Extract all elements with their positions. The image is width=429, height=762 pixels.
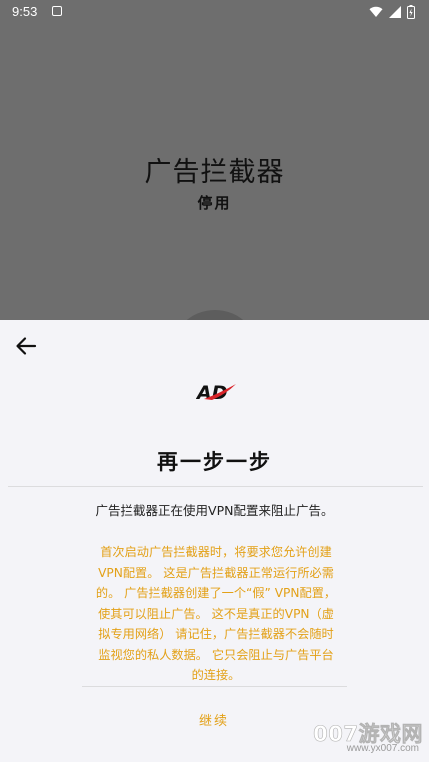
notification-icon bbox=[52, 6, 62, 16]
warning-line: VPN配置。 这是广告拦截器正常运行所必需 bbox=[98, 565, 334, 580]
warning-line: 的。 广告拦截器创建了一个“假” VPN配置， bbox=[95, 586, 337, 600]
continue-button[interactable]: 继续 bbox=[164, 710, 264, 732]
wifi-icon bbox=[369, 6, 383, 18]
divider bbox=[82, 686, 347, 687]
screen: 9:53 广告拦截器 停用 AD 再一步一步 广告拦截器正在使用VPN配置来阻止… bbox=[0, 0, 429, 762]
arrow-left-icon bbox=[16, 337, 37, 355]
app-title: 广告拦截器 bbox=[144, 157, 285, 188]
app-status-label: 停用 bbox=[197, 194, 232, 212]
signal-icon bbox=[389, 6, 401, 18]
vpn-warning-text: 首次启动广告拦截器时，将要求您允许创建 VPN配置。 这是广告拦截器正常运行所必… bbox=[84, 542, 348, 686]
main-description: 广告拦截器正在使用VPN配置来阻止广告。 bbox=[95, 503, 334, 518]
warning-line: 使其可以阻止广告。 这不是真正的VPN（虚 bbox=[98, 606, 334, 621]
warning-line: 首次启动广告拦截器时，将要求您允许创建 bbox=[100, 545, 332, 559]
warning-line: 拟专用网络） 请记住，广告拦截器不会随时 bbox=[98, 627, 334, 641]
watermark: 007游戏网 www.yx007.com bbox=[313, 718, 425, 758]
watermark-url: www.yx007.com bbox=[346, 743, 419, 754]
warning-line: 的连接。 bbox=[191, 668, 241, 682]
battery-icon bbox=[407, 5, 415, 19]
divider bbox=[8, 486, 423, 487]
status-icons bbox=[369, 5, 415, 19]
status-bar: 9:53 bbox=[0, 0, 429, 24]
status-time: 9:53 bbox=[12, 4, 38, 19]
sheet-title: 再一步一步 bbox=[157, 450, 272, 474]
adblock-logo: AD bbox=[196, 382, 236, 404]
bottom-sheet: AD 再一步一步 广告拦截器正在使用VPN配置来阻止广告。 首次启动广告拦截器时… bbox=[0, 320, 429, 762]
warning-line: 监视您的私人数据。 它只会阻止与广告平台 bbox=[98, 647, 334, 662]
back-button[interactable] bbox=[12, 334, 40, 358]
